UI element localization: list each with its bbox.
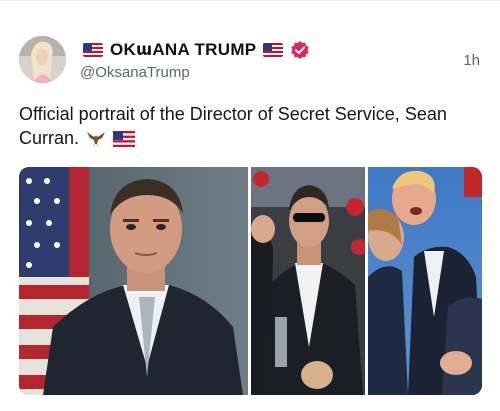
post-text: Official portrait of the Director of Sec… [19,102,489,153]
agent-photo[interactable] [251,167,365,395]
avatar[interactable] [19,36,66,83]
post-time[interactable]: 1h [463,52,480,69]
verified-badge-icon [290,40,310,60]
post-text-body: Official portrait of the Director of Sec… [19,104,447,148]
author-name-row[interactable]: OKաANA TRUMP [80,39,310,61]
portrait-photo[interactable] [19,167,248,395]
display-name[interactable]: OKաANA TRUMP [110,40,256,60]
rally-photo[interactable] [368,167,482,395]
post-card[interactable]: OKաANA TRUMP @OksanaTrump 1h Official po… [0,0,500,411]
us-flag-icon [113,129,136,153]
us-flag-icon [83,43,103,57]
author-handle[interactable]: @OksanaTrump [80,64,190,81]
media-grid[interactable] [19,167,482,395]
eagle-icon [86,129,106,153]
us-flag-icon [263,43,284,57]
divider [0,0,500,1]
